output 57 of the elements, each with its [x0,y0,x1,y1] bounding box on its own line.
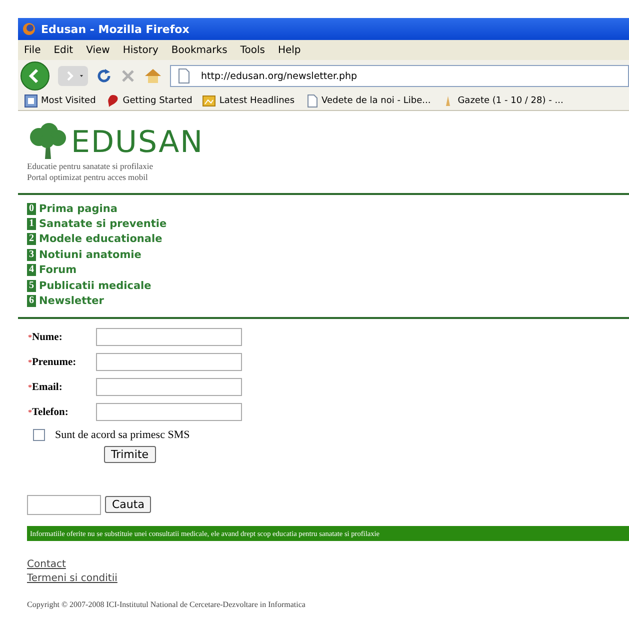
menu-item[interactable]: Bookmarks [171,44,228,56]
nav-link[interactable]: 4 Forum [27,262,629,278]
number-badge: 6 [27,295,36,308]
field-label: *Email: [28,382,64,393]
bookmark-item[interactable]: Latest Headlines [202,94,295,108]
number-badge: 0 [27,202,36,215]
forward-button[interactable] [58,66,88,86]
grid-icon [24,94,38,108]
nav-link[interactable]: 5 Publicatii medicale [27,278,629,294]
tree-logo-icon [27,123,67,161]
menu-item[interactable]: Edit [54,44,74,56]
number-badge: 4 [27,264,36,276]
bookmark-item[interactable]: Most Visited [24,94,96,108]
bookmark-item[interactable]: Gazete (1 - 10 / 28) - ... [440,94,564,108]
copyright-text: Copyright © 2007-2008 ICI-Institutul National de Cercetare-Dezvoltare in Informatica [27,600,306,609]
menu-item[interactable]: View [86,44,110,56]
window-title: Edusan - Mozilla Firefox [41,22,190,36]
page-icon [177,68,191,84]
number-badge: 5 [27,280,36,292]
stop-icon[interactable] [120,68,136,84]
input-field[interactable] [96,328,242,346]
bookmark-item[interactable]: Getting Started [106,94,192,108]
number-badge: 3 [27,248,36,261]
menu-item[interactable]: Help [278,44,301,56]
footer-link[interactable]: Termeni si conditii [27,572,118,586]
browser-icon [22,22,36,36]
reload-icon[interactable] [96,68,112,84]
page-icon [304,94,319,108]
nav-link[interactable]: 6 Newsletter [27,293,629,309]
search-button[interactable]: Cauta [105,496,152,514]
field-label: *Telefon: [28,406,70,418]
home-icon[interactable] [144,68,162,84]
nav-link[interactable]: 3 Notiuni anatomie [27,247,629,263]
address-bar[interactable]: http://edusan.org/newsletter.php [170,65,629,87]
tagline: Educatie pentru sanatate si profilaxie [27,161,154,172]
checkbox[interactable] [33,428,45,441]
submit-button[interactable]: Trimite [104,446,156,463]
input-field[interactable] [96,378,242,396]
field-label: *Prenume: [28,356,78,368]
input-field[interactable] [96,353,242,372]
menu-item[interactable]: History [122,44,158,56]
site-logo[interactable]: EDUSAN [71,124,204,160]
number-badge: 1 [27,218,36,230]
menu-item[interactable]: File [24,44,41,56]
nav-link[interactable]: 2 Modele educationale [27,232,629,248]
footer-link[interactable]: Contact [27,558,66,572]
search-field[interactable] [27,494,101,515]
nav-link[interactable]: 0 Prima pagina [27,201,629,216]
number-badge: 2 [27,233,36,246]
checkbox-label: Sunt de acord sa primesc SMS [55,428,190,441]
tagline: Portal optimizat pentru acces mobil [27,172,149,183]
back-button[interactable] [20,61,50,91]
input-field[interactable] [96,403,242,422]
field-label: *Nume: [28,332,64,343]
menu-item[interactable]: Tools [240,44,265,56]
nav-link[interactable]: 1 Sanatate si preventie [27,216,629,232]
bookmark-item[interactable]: Vedete de la noi - Libe... [304,94,431,108]
